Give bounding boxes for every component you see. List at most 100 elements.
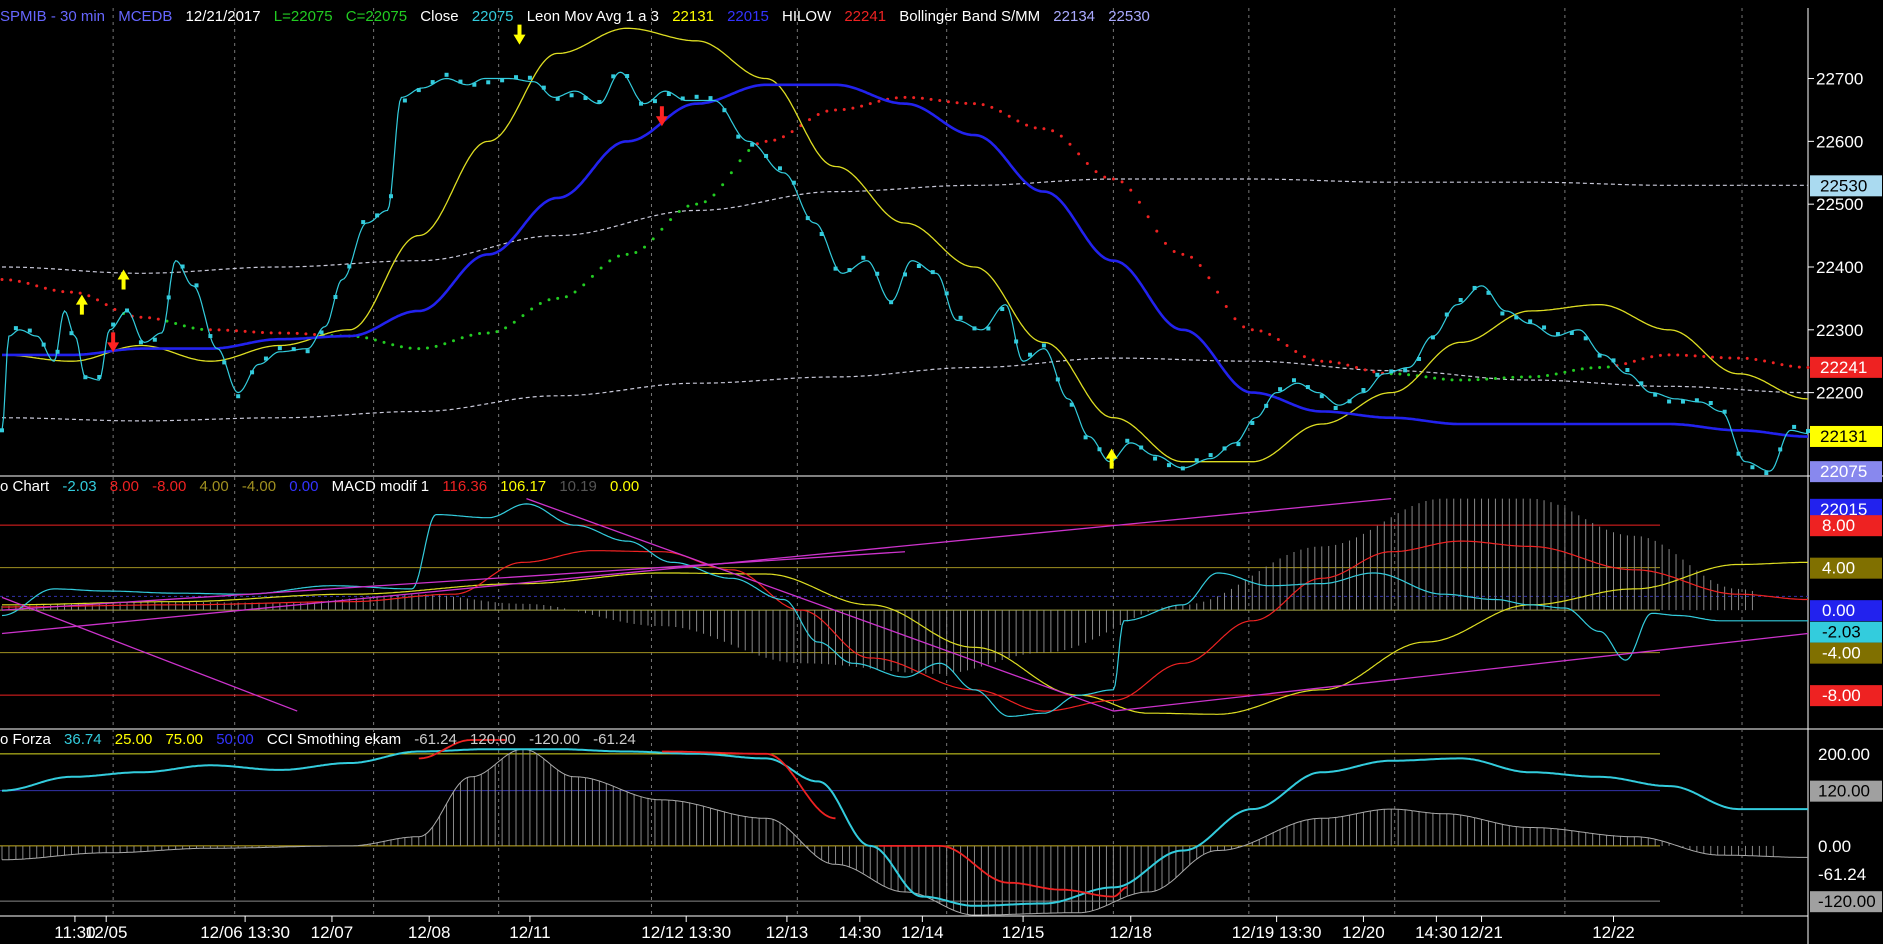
x-tick-label-7: 12/13 — [766, 923, 809, 942]
hilow-dot — [582, 283, 586, 287]
hilow-dot — [1346, 363, 1350, 367]
close-point — [1319, 394, 1324, 399]
close-point — [1792, 424, 1797, 429]
hilow-dot — [686, 204, 690, 208]
close-point — [527, 75, 532, 80]
hilow-dot — [104, 303, 108, 307]
hilow-dot — [43, 286, 47, 290]
signal-arrow-up-2 — [117, 269, 130, 290]
x-tick-label-12: 12/19 13:30 — [1232, 923, 1322, 942]
close-point — [250, 370, 255, 375]
hilow-dot — [1424, 375, 1428, 379]
close-point — [861, 255, 866, 260]
hilow-dot — [547, 298, 551, 302]
hilow-dot — [1094, 170, 1098, 174]
hilow-dot — [1450, 378, 1454, 382]
close-point — [555, 96, 560, 101]
hilow-dot — [156, 317, 160, 321]
hilow-dot — [61, 290, 65, 294]
hilow-dot — [1007, 114, 1011, 118]
cci-panel — [0, 739, 1808, 916]
x-tick-label-4: 12/08 — [408, 923, 451, 942]
hilow-dot — [1111, 177, 1115, 181]
hilow-dot — [148, 316, 152, 320]
close-point — [1250, 420, 1255, 425]
close-point — [1806, 428, 1810, 433]
hilow-dot — [938, 99, 942, 103]
macd-trendline-2 — [526, 498, 1114, 712]
close-point — [958, 315, 963, 320]
close-point — [27, 328, 32, 333]
hilow-dot — [243, 329, 247, 333]
close-point — [1430, 335, 1435, 340]
axis-layer: 22200 22300 22400 22500 22600 22700 22530 22241… — [54, 70, 1882, 942]
close-point — [625, 74, 630, 79]
close-point — [1097, 447, 1102, 452]
close-point — [1041, 343, 1046, 348]
hilow-dot — [1459, 378, 1463, 382]
hilow-dot — [521, 314, 525, 318]
x-tick-label-3: 12/07 — [311, 923, 354, 942]
hilow-dot — [78, 291, 82, 295]
hilow-dot — [382, 340, 386, 344]
hilow-dot — [538, 301, 542, 305]
close-point — [916, 264, 921, 269]
hilow-dot — [1285, 344, 1289, 348]
close-point — [611, 74, 616, 79]
hilow-dot — [1710, 355, 1714, 359]
hilow-dot — [217, 328, 221, 332]
x-tick-label-10: 12/15 — [1002, 923, 1045, 942]
macd-m3: 10.19 — [559, 478, 597, 495]
hilow-dot — [912, 96, 916, 100]
mavg-slow-value: 22015 — [727, 8, 769, 25]
close-point — [1153, 456, 1158, 461]
close-point — [1166, 463, 1171, 468]
hilow-dot — [1320, 359, 1324, 363]
close-point — [694, 94, 699, 99]
hilow-dot — [17, 279, 21, 283]
close-point — [1611, 358, 1616, 363]
close-point — [1722, 409, 1727, 414]
hilow-dot — [1589, 366, 1593, 370]
x-tick-label-16: 12/22 — [1592, 923, 1635, 942]
hilow-dot — [1719, 356, 1723, 360]
cci-c2: 120.00 — [470, 731, 516, 748]
hilow-dot — [773, 138, 777, 142]
close-point — [361, 220, 366, 225]
hilow-dot — [695, 202, 699, 206]
close-point — [708, 96, 713, 101]
mavg-fast-value: 22131 — [672, 8, 714, 25]
hilow-dot — [1198, 263, 1202, 267]
close-point — [416, 88, 421, 93]
close-point — [1180, 466, 1185, 471]
close-point — [1667, 399, 1672, 404]
x-tick-label-14: 14:30 — [1415, 923, 1458, 942]
hilow-dot — [1641, 357, 1645, 361]
macd-trendline-3 — [1113, 632, 1809, 712]
hilow-dot — [1146, 215, 1150, 219]
close-point — [472, 82, 477, 87]
cci-header: o Forza 36.74 25.00 75.00 50.00 CCI Smot… — [0, 731, 645, 748]
macd-trendline-0 — [1, 596, 298, 712]
hilow-dot — [1554, 372, 1558, 376]
hilow-dot — [69, 290, 73, 294]
hilow-dot — [1085, 162, 1089, 166]
close-eq-label: C=22075 — [345, 8, 408, 25]
close-point — [291, 347, 296, 352]
macd-value-tag-3: -2.03 — [1822, 623, 1861, 642]
hilow-dot — [1728, 356, 1732, 360]
close-point — [1139, 445, 1144, 450]
hilow-dot — [399, 345, 403, 349]
macd-m2: 106.17 — [500, 478, 547, 495]
macd-value-tag-2: 0.00 — [1822, 601, 1855, 620]
close-point — [764, 153, 769, 158]
cci-value-tag-3: -61.24 — [1818, 865, 1866, 884]
hilow-dot — [599, 266, 603, 270]
macd-chart-label: o Chart — [0, 478, 50, 495]
close-point — [13, 326, 18, 331]
hilow-dot — [1493, 376, 1497, 380]
hilow-dot — [1598, 365, 1602, 369]
close-point — [208, 334, 213, 339]
hilow-dot — [929, 97, 933, 101]
close-point — [1583, 336, 1588, 341]
